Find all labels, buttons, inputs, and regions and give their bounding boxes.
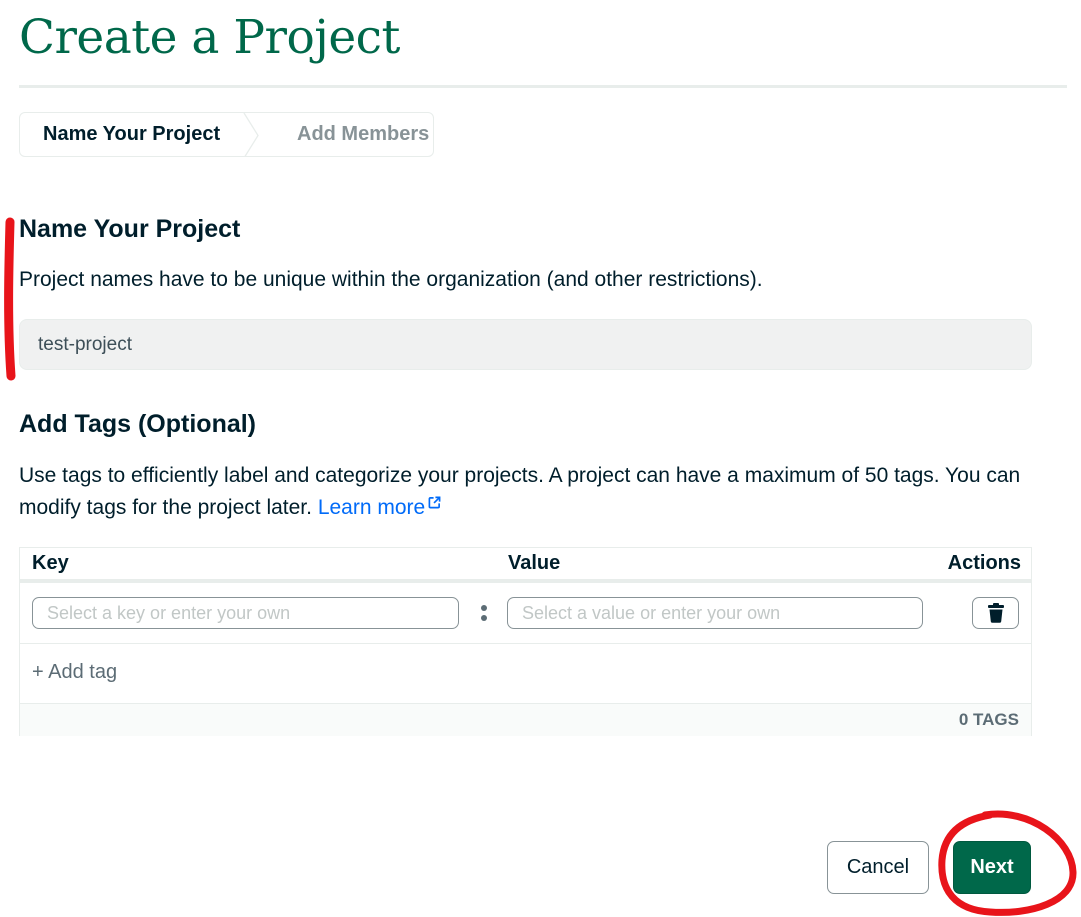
column-header-actions: Actions	[947, 552, 1021, 574]
learn-more-link[interactable]: Learn more	[318, 496, 441, 519]
tag-key-input[interactable]	[32, 597, 459, 629]
learn-more-label: Learn more	[317, 496, 426, 519]
next-button[interactable]: Next	[953, 841, 1031, 894]
table-header-divider	[20, 579, 1031, 583]
name-section-description: Project names have to be unique within t…	[19, 268, 763, 291]
name-section-heading: Name Your Project	[19, 215, 241, 243]
row-divider	[20, 643, 1031, 644]
project-name-input[interactable]	[19, 319, 1032, 370]
step-name-your-project[interactable]: Name Your Project	[20, 113, 268, 156]
tags-section-heading: Add Tags (Optional)	[19, 410, 257, 438]
annotation-bracket-mark	[4, 217, 16, 381]
chevron-right-icon	[243, 113, 259, 156]
add-tag-button[interactable]: + Add tag	[32, 661, 117, 684]
column-header-value: Value	[508, 552, 561, 574]
cancel-button[interactable]: Cancel	[827, 841, 929, 894]
table-footer: 0 TAGS	[20, 703, 1031, 736]
trash-icon	[987, 603, 1004, 623]
column-header-key: Key	[32, 552, 69, 574]
tags-description-text: Use tags to efficiently label and catego…	[19, 464, 1021, 519]
title-divider	[19, 85, 1067, 88]
tag-count: 0 TAGS	[958, 710, 1019, 729]
tags-section-description: Use tags to efficiently label and catego…	[19, 460, 1049, 524]
delete-tag-button[interactable]	[972, 597, 1019, 629]
external-link-icon	[428, 496, 441, 509]
wizard-stepper: Name Your Project Add Members	[19, 112, 434, 157]
tag-value-input[interactable]	[507, 597, 923, 629]
page-title: Create a Project	[19, 10, 400, 65]
tags-table: Key Value Actions + Add tag 0 TAGS	[19, 547, 1032, 736]
colon-separator-icon	[481, 605, 487, 621]
step-add-members[interactable]: Add Members	[268, 113, 429, 156]
